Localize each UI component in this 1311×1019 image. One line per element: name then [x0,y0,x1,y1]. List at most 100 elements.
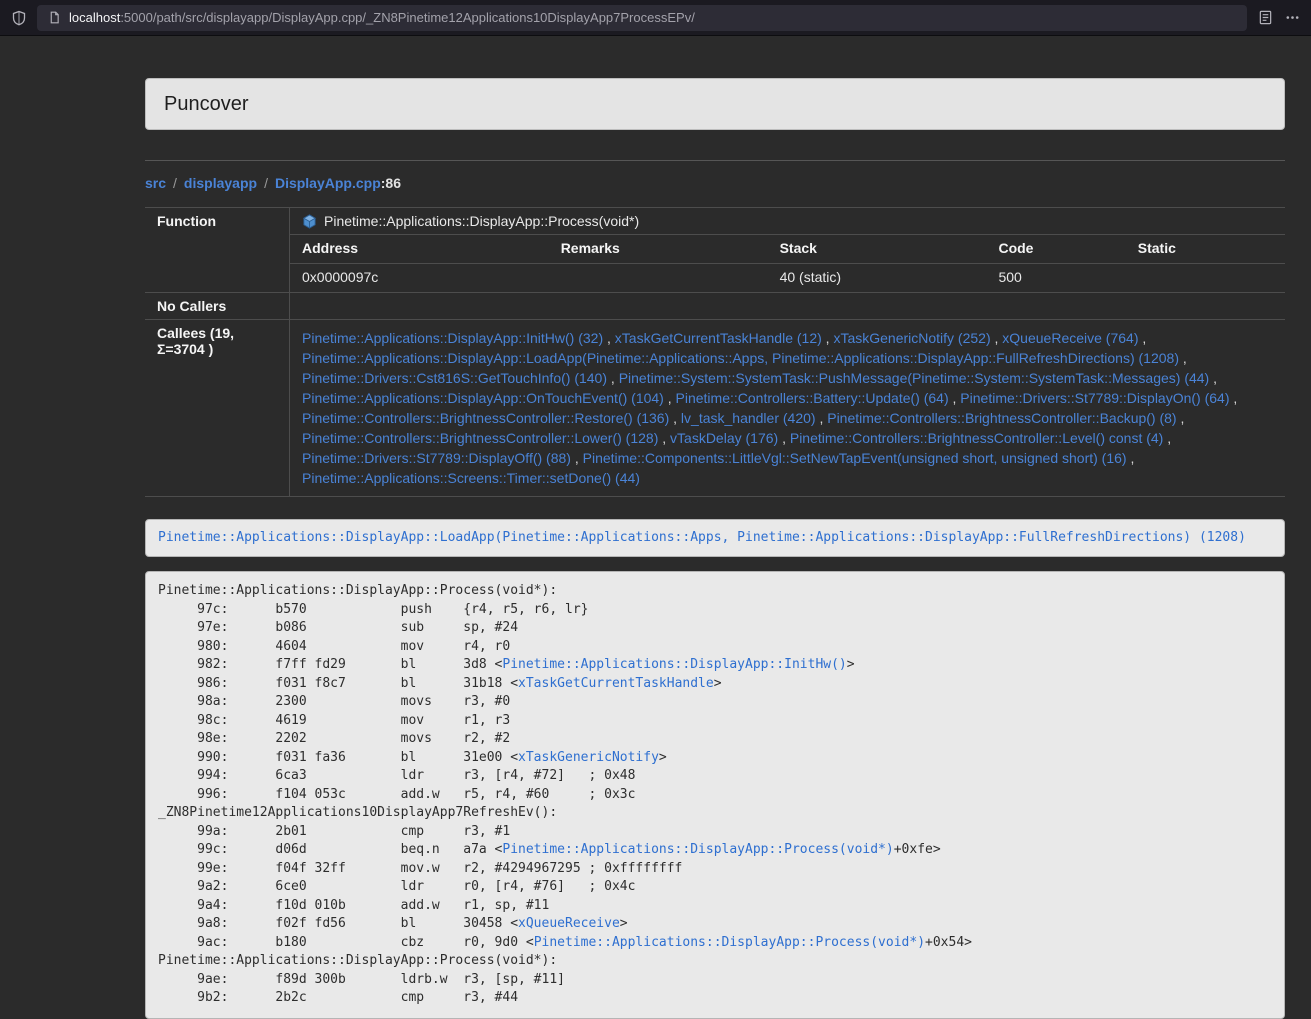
code-text: > [659,750,667,765]
callee-separator: , [658,430,670,446]
callee-separator: , [1230,390,1238,406]
code-text: _ZN8Pinetime12Applications10DisplayApp7R… [158,805,557,820]
code-text: 98c: 4619 mov r1, r3 [158,713,510,728]
browser-toolbar: localhost:5000/path/src/displayapp/Displ… [0,0,1311,36]
shield-icon[interactable] [10,9,28,27]
code-text: 98e: 2202 movs r2, #2 [158,731,510,746]
breadcrumb-file[interactable]: DisplayApp.cpp [275,175,381,191]
callee-link[interactable]: xTaskGenericNotify (252) [833,330,990,346]
code-text: Pinetime::Applications::DisplayApp::Proc… [158,583,557,598]
callee-link[interactable]: Pinetime::Controllers::Battery::Update()… [676,390,949,406]
code-text: Pinetime::Applications::DisplayApp::Proc… [158,953,557,968]
no-callers-label: No Callers [145,292,290,319]
code-text: > [620,916,628,931]
function-signature: Pinetime::Applications::DisplayApp::Proc… [324,213,639,229]
breadcrumb-displayapp[interactable]: displayapp [184,175,257,191]
code-text: 980: 4604 mov r4, r0 [158,639,510,654]
callee-separator: , [1209,370,1217,386]
callee-separator: , [571,450,583,466]
callee-separator: , [1127,450,1135,466]
function-cube-icon [302,214,317,229]
callee-separator: , [603,330,615,346]
callee-separator: , [778,430,790,446]
url-text: localhost:5000/path/src/displayapp/Displ… [69,10,695,25]
code-lines: Pinetime::Applications::DisplayApp::Proc… [158,582,1272,1008]
callees-label: Callees (19, Σ=3704 ) [145,319,290,496]
callee-link[interactable]: lv_task_handler (420) [681,410,816,426]
code-text: 990: f031 fa36 bl 31e00 < [158,750,518,765]
code-text: 996: f104 053c add.w r5, r4, #60 ; 0x3c [158,787,635,802]
highlighted-callee-link[interactable]: Pinetime::Applications::DisplayApp::Load… [158,530,1246,545]
overflow-menu-icon[interactable] [1283,9,1301,27]
code-text: 99c: d06d beq.n a7a < [158,842,502,857]
function-values-row: 0x0000097c 40 (static) 500 [290,263,1285,292]
code-text: 9a8: f02f fd56 bl 30458 < [158,916,518,931]
breadcrumb-line-number: :86 [381,175,401,191]
code-text: 982: f7ff fd29 bl 3d8 < [158,657,502,672]
code-text: 99e: f04f 32ff mov.w r2, #4294967295 ; 0… [158,861,682,876]
code-text: 994: 6ca3 ldr r3, [r4, #72] ; 0x48 [158,768,635,783]
code-text: 98a: 2300 movs r3, #0 [158,694,510,709]
callee-separator: , [816,410,828,426]
code-text: 9ae: f89d 300b ldrb.w r3, [sp, #11] [158,972,565,987]
function-row-label: Function [145,208,290,292]
column-remarks: Remarks [549,235,768,263]
url-host: localhost [69,10,120,25]
function-columns-header: Address Remarks Stack Code Static [290,234,1285,263]
callee-link[interactable]: xQueueReceive (764) [1002,330,1138,346]
symbol-link[interactable]: xTaskGenericNotify [518,750,659,765]
code-text: 99a: 2b01 cmp r3, #1 [158,824,510,839]
page-icon [47,11,61,25]
symbol-link[interactable]: Pinetime::Applications::DisplayApp::Proc… [502,842,893,857]
symbol-link[interactable]: Pinetime::Applications::DisplayApp::Proc… [534,935,925,950]
callee-link[interactable]: Pinetime::Controllers::BrightnessControl… [302,410,669,426]
function-signature-row: Pinetime::Applications::DisplayApp::Proc… [290,208,1285,234]
callee-separator: , [1177,410,1185,426]
callee-link[interactable]: Pinetime::Controllers::BrightnessControl… [790,430,1163,446]
app-header: Puncover [145,78,1285,130]
reader-view-icon[interactable] [1256,9,1274,27]
value-static [1126,264,1285,292]
callees-list: Pinetime::Applications::DisplayApp::Init… [290,319,1285,496]
callee-link[interactable]: Pinetime::Applications::DisplayApp::Init… [302,330,603,346]
app-title[interactable]: Puncover [164,93,249,116]
callee-link[interactable]: Pinetime::Controllers::BrightnessControl… [827,410,1176,426]
callee-link[interactable]: xTaskGetCurrentTaskHandle (12) [615,330,822,346]
breadcrumb-separator: / [264,175,268,191]
callee-separator: , [949,390,961,406]
disassembly-panel: Pinetime::Applications::DisplayApp::Proc… [145,571,1285,1019]
symbol-link[interactable]: xQueueReceive [518,916,620,931]
code-text: 9ac: b180 cbz r0, 9d0 < [158,935,534,950]
callee-separator: , [822,330,834,346]
breadcrumb-src[interactable]: src [145,175,166,191]
callee-separator: , [1163,430,1171,446]
breadcrumb-separator: / [173,175,177,191]
symbol-link[interactable]: Pinetime::Applications::DisplayApp::Init… [502,657,846,672]
callee-link[interactable]: Pinetime::Controllers::BrightnessControl… [302,430,658,446]
code-text: +0x54> [925,935,972,950]
callee-link[interactable]: Pinetime::Drivers::St7789::DisplayOn() (… [960,390,1229,406]
callee-link[interactable]: Pinetime::Drivers::St7789::DisplayOff() … [302,450,571,466]
symbol-link[interactable]: xTaskGetCurrentTaskHandle [518,676,714,691]
callee-link[interactable]: Pinetime::Drivers::Cst816S::GetTouchInfo… [302,370,607,386]
column-address: Address [290,235,549,263]
no-callers-empty-cell [290,292,1285,319]
value-code: 500 [986,264,1125,292]
code-text: 9a4: f10d 010b add.w r1, sp, #11 [158,898,549,913]
callee-link[interactable]: vTaskDelay (176) [670,430,778,446]
url-bar[interactable]: localhost:5000/path/src/displayapp/Displ… [37,5,1247,31]
code-text: > [714,676,722,691]
callee-link[interactable]: Pinetime::System::SystemTask::PushMessag… [619,370,1210,386]
callee-separator: , [664,390,676,406]
value-remarks [549,264,768,292]
callee-link[interactable]: Pinetime::Components::LittleVgl::SetNewT… [583,450,1127,466]
callee-separator: , [669,410,681,426]
callee-link[interactable]: Pinetime::Applications::DisplayApp::Load… [302,350,1179,366]
callee-link[interactable]: Pinetime::Applications::DisplayApp::OnTo… [302,390,664,406]
content-divider [145,160,1285,161]
callee-separator: , [1179,350,1187,366]
code-text: +0xfe> [894,842,941,857]
callee-link[interactable]: Pinetime::Applications::Screens::Timer::… [302,470,640,486]
highlighted-callee-bar: Pinetime::Applications::DisplayApp::Load… [145,519,1285,557]
url-path: :5000/path/src/displayapp/DisplayApp.cpp… [120,10,695,25]
